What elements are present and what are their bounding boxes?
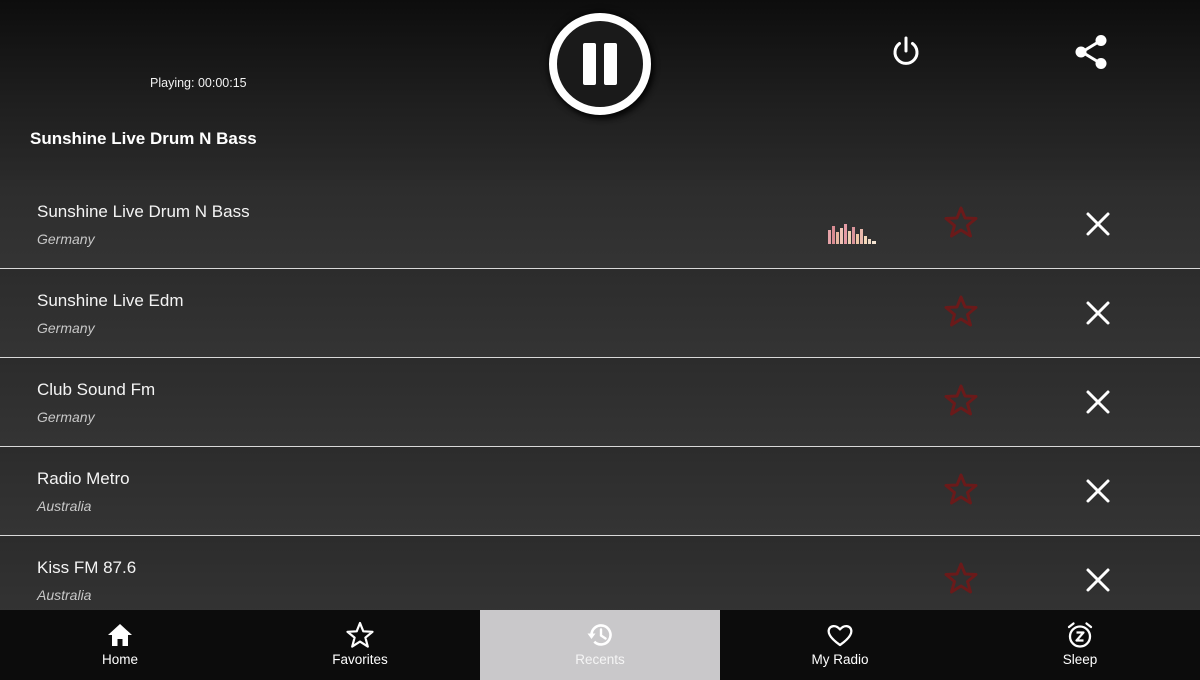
now-playing-title: Sunshine Live Drum N Bass (30, 129, 257, 148)
share-icon[interactable] (1072, 33, 1110, 71)
star-icon[interactable] (944, 473, 978, 505)
close-icon[interactable] (1084, 210, 1112, 238)
pause-icon (604, 43, 617, 85)
nav-my-radio[interactable]: My Radio (720, 610, 960, 680)
nav-recents[interactable]: Recents (480, 610, 720, 680)
station-name: Sunshine Live Edm (37, 291, 184, 310)
nav-favorites[interactable]: Favorites (240, 610, 480, 680)
station-row[interactable]: Radio Metro Australia (0, 447, 1200, 536)
nav-favorites-label: Favorites (332, 652, 388, 667)
star-outline-icon (346, 621, 374, 648)
station-name: Kiss FM 87.6 (37, 558, 137, 577)
equalizer-icon (828, 224, 876, 244)
recent-stations-list: Sunshine Live Drum N Bass Germany Sunshi… (0, 180, 1200, 610)
home-icon (108, 624, 132, 646)
station-name: Sunshine Live Drum N Bass (37, 202, 250, 221)
star-icon[interactable] (944, 206, 978, 238)
history-icon (587, 624, 612, 646)
star-icon[interactable] (944, 562, 978, 594)
power-icon[interactable] (888, 34, 924, 70)
nav-home-label: Home (101, 652, 138, 667)
close-icon[interactable] (1084, 477, 1112, 505)
close-icon[interactable] (1084, 566, 1112, 594)
nav-recents-label: Recents (575, 652, 625, 667)
close-icon[interactable] (1084, 299, 1112, 327)
nav-sleep-label: Sleep (1062, 652, 1098, 667)
nav-home[interactable]: Home (0, 610, 240, 680)
pause-icon (583, 43, 596, 85)
station-country: Australia (37, 587, 92, 603)
bottom-navigation: Home Favorites Recents My Radio Sleep (0, 610, 1200, 680)
radio-app: Playing: 00:00:15 Sunshine Live Drum N B… (0, 0, 1200, 680)
heart-icon (827, 625, 853, 647)
station-row[interactable]: Club Sound Fm Germany (0, 358, 1200, 447)
close-icon[interactable] (1084, 388, 1112, 416)
station-country: Germany (37, 409, 95, 425)
station-row[interactable]: Sunshine Live Drum N Bass Germany (0, 180, 1200, 269)
nav-sleep[interactable]: Sleep (960, 610, 1200, 680)
nav-my-radio-label: My Radio (811, 652, 869, 667)
station-row[interactable]: Kiss FM 87.6 Australia (0, 536, 1200, 610)
playing-time: Playing: 00:00:15 (150, 76, 247, 90)
player-header: Playing: 00:00:15 Sunshine Live Drum N B… (0, 0, 1200, 180)
star-icon[interactable] (944, 384, 978, 416)
station-name: Radio Metro (37, 469, 130, 488)
station-row[interactable]: Sunshine Live Edm Germany (0, 269, 1200, 358)
station-country: Australia (37, 498, 92, 514)
pause-button[interactable] (549, 13, 651, 115)
star-icon[interactable] (944, 295, 978, 327)
alarm-sleep-icon (1067, 622, 1093, 648)
station-country: Germany (37, 320, 95, 336)
station-name: Club Sound Fm (37, 380, 156, 399)
station-country: Germany (37, 231, 95, 247)
